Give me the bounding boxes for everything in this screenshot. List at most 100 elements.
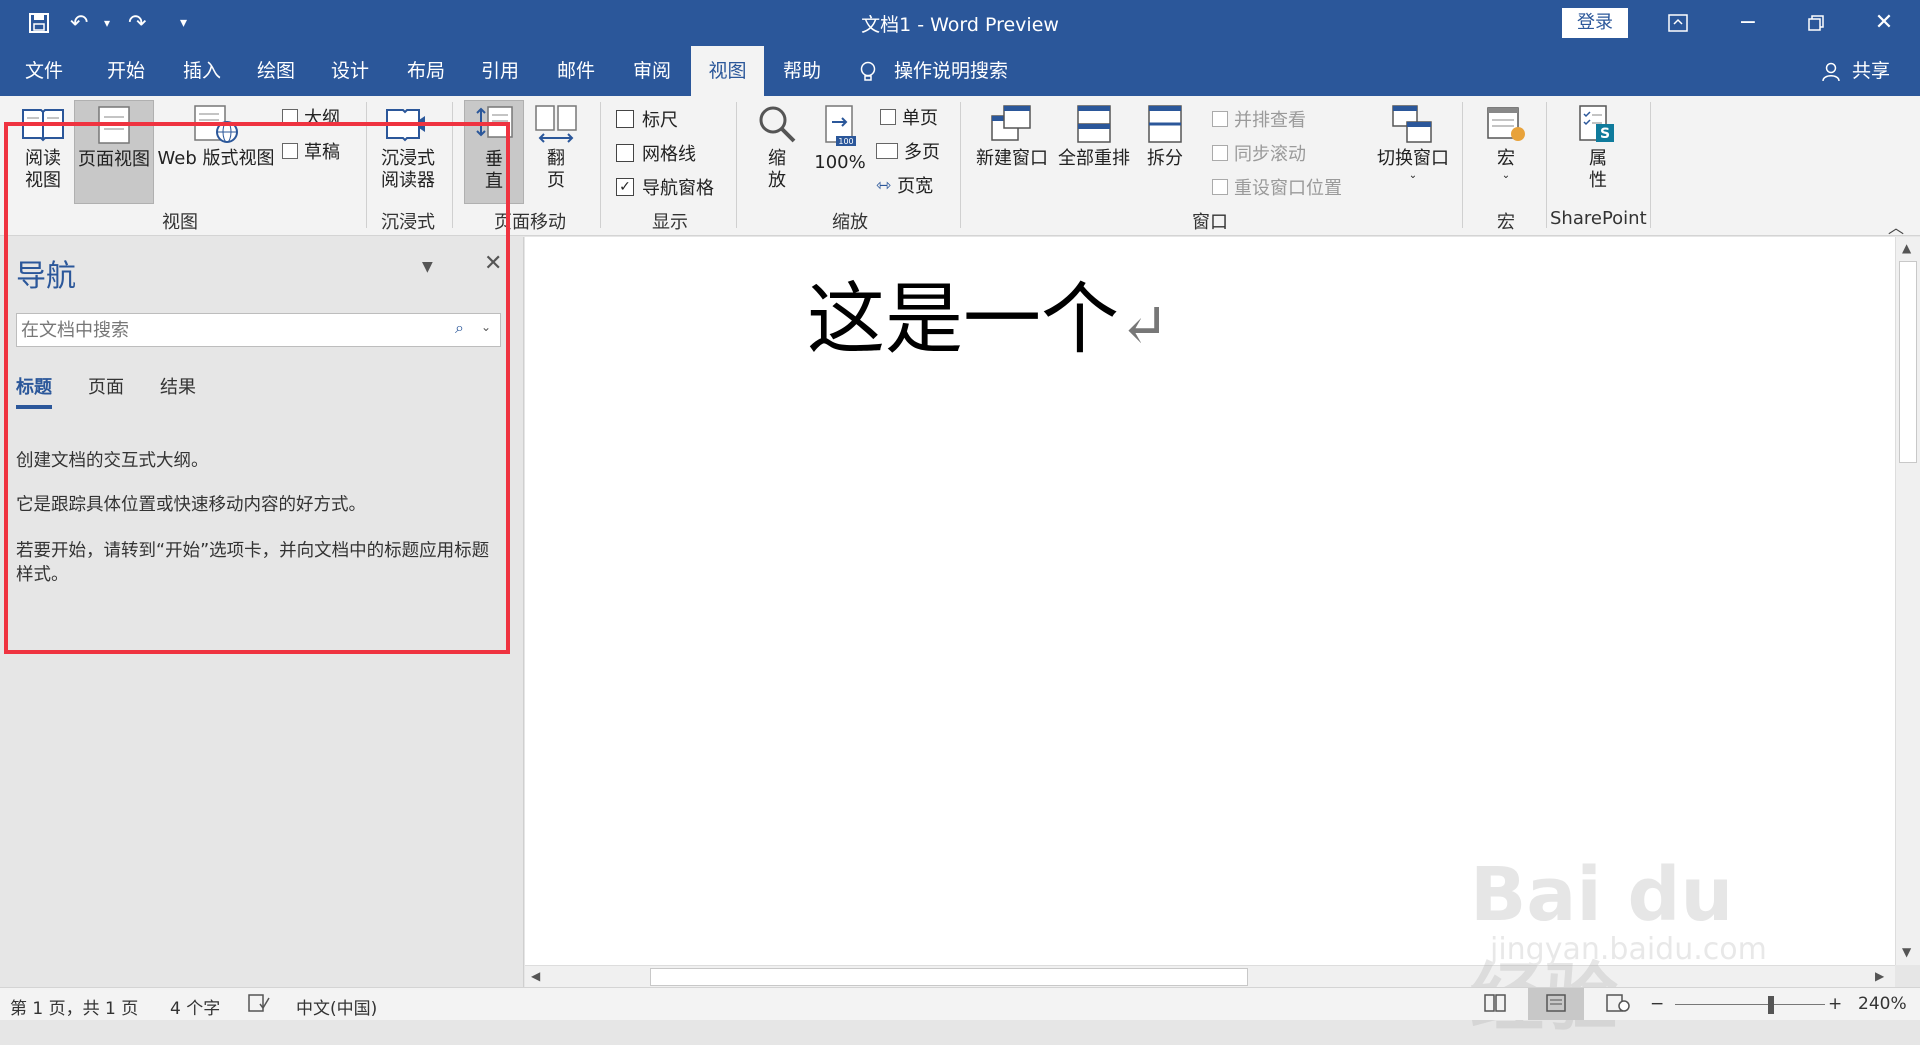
- vertical-scrollbar[interactable]: ▲ ▼: [1895, 237, 1920, 965]
- multiple-pages-icon: [876, 143, 898, 159]
- chevron-down-icon: ⌄: [1501, 170, 1511, 181]
- undo-dropdown-icon[interactable]: ▾: [104, 0, 110, 46]
- sync-scroll-icon: [1212, 145, 1228, 161]
- page-count[interactable]: 第 1 页，共 1 页: [10, 994, 138, 1019]
- restore-icon[interactable]: [1786, 0, 1846, 46]
- sharepoint-properties-icon: S: [1579, 105, 1614, 142]
- page-width-icon: ⇿: [876, 174, 892, 196]
- horizontal-scroll-thumb[interactable]: [650, 968, 1248, 986]
- zoom-out-button[interactable]: −: [1650, 994, 1664, 1014]
- side-to-side-button[interactable]: 翻 页: [528, 104, 584, 192]
- chevron-down-icon: ⌄: [1408, 170, 1418, 181]
- side-by-side-button[interactable]: 并排查看: [1212, 106, 1306, 132]
- gridlines-check-icon: [616, 144, 634, 162]
- collapse-ribbon-icon[interactable]: ︿: [1888, 214, 1904, 238]
- page-width-button[interactable]: ⇿ 页宽: [876, 172, 933, 198]
- share-button[interactable]: 共享: [1822, 46, 1890, 96]
- new-window-button[interactable]: 新建窗口: [972, 104, 1052, 170]
- multiple-pages-button[interactable]: 多页: [876, 138, 940, 164]
- tab-mailings[interactable]: 邮件: [544, 46, 608, 96]
- redo-icon[interactable]: ↷: [128, 0, 146, 46]
- proofing-icon[interactable]: [248, 994, 270, 1017]
- nav-pane-checkbox[interactable]: ✓ 导航窗格: [616, 174, 714, 200]
- tab-view[interactable]: 视图: [691, 46, 764, 96]
- ribbon-separator: [1546, 102, 1547, 228]
- minimize-icon[interactable]: −: [1718, 0, 1778, 46]
- zoom-button[interactable]: 缩 放: [752, 104, 802, 192]
- tab-layout[interactable]: 布局: [394, 46, 458, 96]
- zoom-slider-thumb[interactable]: [1768, 996, 1774, 1014]
- arrange-all-icon: [1077, 105, 1111, 143]
- share-label: 共享: [1852, 60, 1891, 82]
- macros-button[interactable]: 宏 ⌄: [1476, 104, 1536, 182]
- paragraph-mark-icon: ↵: [1119, 291, 1170, 361]
- status-bar: 第 1 页，共 1 页 4 个字 中文(中国) − + 240%: [0, 987, 1920, 1020]
- zoom-slider-track[interactable]: [1675, 1004, 1825, 1005]
- group-show-label: 显示: [652, 212, 688, 233]
- one-page-button[interactable]: 单页: [880, 104, 938, 130]
- undo-icon[interactable]: ↶: [70, 0, 88, 46]
- title-bar: ↶ ▾ ↷ ▾ 文档1 - Word Preview 登录 − ✕: [0, 0, 1920, 46]
- watermark-url: jingyan.baidu.com: [1490, 932, 1767, 967]
- sync-scroll-button[interactable]: 同步滚动: [1212, 140, 1306, 166]
- group-window-label: 窗口: [1192, 212, 1228, 233]
- split-button[interactable]: 拆分: [1140, 104, 1190, 170]
- word-count[interactable]: 4 个字: [170, 994, 220, 1019]
- reset-window-position-button[interactable]: 重设窗口位置: [1212, 174, 1342, 200]
- side-by-side-icon: [1212, 111, 1228, 127]
- page-100-icon: 100: [825, 105, 856, 146]
- zoom-in-button[interactable]: +: [1828, 994, 1842, 1014]
- ribbon-separator: [600, 102, 601, 228]
- switch-windows-icon: [1392, 105, 1432, 143]
- tab-file[interactable]: 文件: [12, 46, 76, 96]
- zoom-level[interactable]: 240%: [1858, 994, 1907, 1014]
- macro-icon: [1487, 107, 1525, 141]
- scroll-down-arrow-icon[interactable]: ▼: [1902, 945, 1911, 959]
- one-page-icon: [880, 109, 896, 125]
- tab-review[interactable]: 审阅: [620, 46, 684, 96]
- baidu-watermark: Bai du 经验 jingyan.baidu.com: [1470, 840, 1830, 1041]
- vertical-scroll-thumb[interactable]: [1899, 261, 1917, 463]
- tell-me-label: 操作说明搜索: [894, 60, 1009, 82]
- properties-button[interactable]: S 属 性: [1566, 104, 1630, 192]
- tab-references[interactable]: 引用: [468, 46, 532, 96]
- side-to-side-icon: [535, 105, 577, 143]
- arrange-all-button[interactable]: 全部重排: [1054, 104, 1134, 170]
- tab-help[interactable]: 帮助: [770, 46, 834, 96]
- customize-toolbar-icon[interactable]: ▾: [180, 0, 187, 46]
- web-layout-view-icon[interactable]: [1606, 994, 1630, 1017]
- document-text[interactable]: 这是一个↵: [807, 257, 1169, 369]
- login-button[interactable]: 登录: [1562, 8, 1628, 38]
- gridlines-checkbox[interactable]: 网格线: [616, 140, 696, 166]
- tell-me-search[interactable]: 操作说明搜索: [860, 46, 1008, 96]
- svg-text:S: S: [1600, 126, 1610, 142]
- read-mode-view-icon[interactable]: [1484, 994, 1506, 1017]
- ruler-checkbox[interactable]: 标尺: [616, 106, 678, 132]
- ribbon-display-options-icon[interactable]: [1648, 0, 1708, 46]
- split-icon: [1148, 105, 1182, 143]
- group-zoom-label: 缩放: [832, 212, 868, 233]
- scroll-right-arrow-icon[interactable]: ▶: [1875, 969, 1884, 983]
- ruler-check-icon: [616, 110, 634, 128]
- close-icon[interactable]: ✕: [1854, 0, 1914, 46]
- lightbulb-icon: [860, 60, 882, 82]
- svg-text:100: 100: [838, 137, 853, 146]
- tab-design[interactable]: 设计: [318, 46, 382, 96]
- switch-windows-button[interactable]: 切换窗口 ⌄: [1370, 104, 1456, 182]
- zoom-100-button[interactable]: 100 100%: [812, 104, 868, 174]
- group-macros-label: 宏: [1497, 212, 1515, 233]
- scroll-up-arrow-icon[interactable]: ▲: [1902, 241, 1911, 255]
- document-content: 这是一个: [807, 275, 1120, 365]
- save-icon[interactable]: [28, 0, 50, 46]
- print-layout-view-icon[interactable]: [1528, 988, 1584, 1020]
- tab-draw[interactable]: 绘图: [244, 46, 308, 96]
- magnifier-icon: [759, 106, 796, 143]
- language[interactable]: 中文(中国): [296, 994, 377, 1019]
- new-window-icon: [991, 105, 1031, 141]
- ribbon-separator: [1462, 102, 1463, 228]
- window-title: 文档1 - Word Preview: [861, 14, 1059, 36]
- tab-home[interactable]: 开始: [94, 46, 158, 96]
- reset-position-icon: [1212, 179, 1228, 195]
- tab-insert[interactable]: 插入: [170, 46, 234, 96]
- scroll-left-arrow-icon[interactable]: ◀: [531, 969, 540, 983]
